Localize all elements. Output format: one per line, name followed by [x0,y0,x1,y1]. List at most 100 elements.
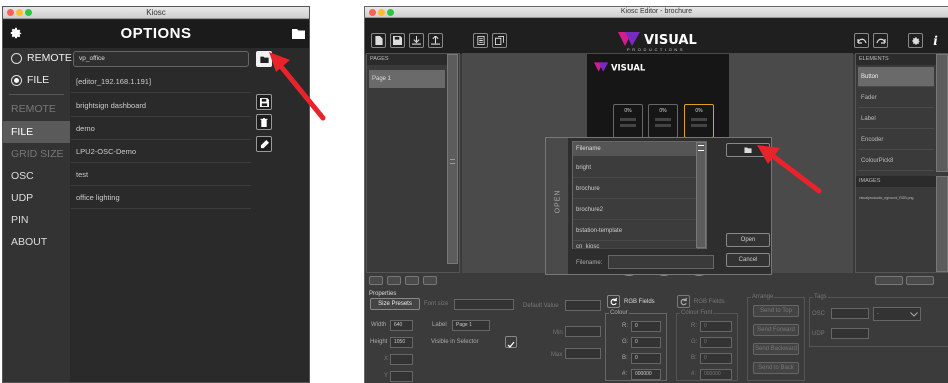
redo-button[interactable] [873,33,888,48]
new-file-button[interactable] [371,33,386,48]
document-button[interactable] [473,33,488,48]
send-backward-button[interactable]: Send Backward [753,343,799,355]
pages-header: PAGES [367,54,447,65]
file-list-item[interactable]: brightsign dashboard [71,95,251,117]
y-input[interactable] [390,371,413,382]
refresh-font-colour-button[interactable] [677,295,690,308]
font-g-input[interactable]: 0 [700,337,732,348]
open-file-list-item[interactable]: brochure2 [573,200,697,220]
page-up-button[interactable] [405,276,419,285]
max-input[interactable] [565,348,601,359]
visible-in-selector-checkbox[interactable] [505,336,517,348]
elements-scrollbar[interactable] [936,54,948,172]
preview-fader[interactable]: 0% [648,104,678,138]
element-list-item[interactable]: ColourPick8 [858,151,934,171]
nav-item-pin[interactable]: PIN [3,209,70,231]
folder-icon[interactable] [292,28,305,39]
open-file-list-item[interactable]: cn_kiosc [573,242,697,249]
filename-input[interactable] [608,255,714,269]
colour-b-input[interactable]: 0 [631,353,661,364]
file-list-item[interactable]: demo [71,118,251,140]
cancel-button[interactable]: Cancel [726,253,770,267]
tag-select[interactable]: - [873,307,921,321]
font-g-label: G: [691,339,698,345]
save-file-button[interactable] [390,33,405,48]
preview-fader[interactable]: 0% [613,104,643,138]
font-b-input[interactable]: 0 [700,353,732,364]
height-input[interactable]: 1050 [390,337,413,348]
default-value-input[interactable] [565,300,601,311]
colour-r-input[interactable]: 0 [631,321,661,332]
font-r-label: R: [691,323,697,329]
folder-icon [259,56,269,63]
open-file-dialog: OPEN Filename bright brochure brochure2 … [545,137,772,275]
pages-panel: PAGES Page 1 [366,53,460,273]
undo-button[interactable] [854,33,869,48]
min-input[interactable] [565,326,601,337]
label-input[interactable]: Page 1 [452,320,490,331]
element-list-item[interactable]: Encoder [858,130,934,150]
download-button[interactable] [409,33,424,48]
refresh-colour-button[interactable] [607,295,620,308]
font-hex-input[interactable]: 000000 [700,369,732,380]
preview-fader-selected[interactable]: 0% [684,104,714,138]
colour-g-input[interactable]: 0 [631,337,661,348]
open-list-scrollbar[interactable] [696,142,706,248]
element-list-item[interactable]: Label [858,109,934,129]
list-menu-icon[interactable] [698,145,704,151]
open-file-list-item[interactable]: brochure [573,179,697,199]
page-list-item[interactable]: Page 1 [369,70,445,88]
remote-radio[interactable] [11,52,22,64]
upload-button[interactable] [428,33,443,48]
file-radio[interactable] [11,74,22,86]
new-file-icon [374,36,383,45]
nav-item-osc[interactable]: OSC [3,165,70,187]
file-radio-option[interactable]: FILE [11,74,49,86]
nav-item-grid-size[interactable]: GRID SIZE [3,143,70,165]
nav-item-remote[interactable]: REMOTE [3,98,70,120]
open-folder-button[interactable] [256,51,272,67]
page-down-button[interactable] [423,276,437,285]
remove-page-button[interactable] [387,276,401,285]
send-to-back-button[interactable]: Send to Back [753,362,799,374]
delete-button[interactable] [256,114,272,130]
nav-item-udp[interactable]: UDP [3,187,70,209]
file-list-item[interactable]: test [71,164,251,186]
font-size-input[interactable] [454,299,514,310]
element-list-item[interactable]: Button [858,67,934,87]
open-button[interactable]: Open [726,233,770,247]
add-image-button[interactable] [875,276,903,285]
properties-header: Properties [369,291,397,297]
width-label: Width [371,322,387,328]
send-forward-button[interactable]: Send Forward [753,324,799,336]
font-r-input[interactable]: 0 [700,321,732,332]
x-input[interactable] [390,354,413,365]
images-scrollbar[interactable] [936,176,948,272]
element-list-item[interactable]: Fader [858,88,934,108]
open-file-list-item[interactable]: bstation-template [573,221,697,241]
width-input[interactable]: 640 [390,320,413,331]
info-button[interactable]: i [928,33,943,48]
add-page-button[interactable] [369,276,383,285]
settings-button[interactable] [908,33,923,48]
browse-folder-button[interactable] [726,143,770,157]
size-presets-button[interactable]: Size Presets [370,298,420,310]
open-file-list-item[interactable]: bright [573,158,697,178]
file-search-input[interactable]: vp_office [73,51,249,67]
osc-tag-input[interactable] [831,308,869,319]
udp-tag-input[interactable] [831,328,869,339]
edit-button[interactable] [256,136,272,152]
nav-item-file[interactable]: FILE [3,121,70,143]
copy-button[interactable] [492,33,507,48]
file-list-item[interactable]: LPU2-OSC-Demo [71,141,251,163]
file-list-item[interactable]: [editor_192.168.1.191] [71,71,251,93]
save-button[interactable] [256,94,272,110]
remove-image-button[interactable] [906,276,934,285]
remote-radio-option[interactable]: REMOTE [11,52,72,64]
nav-item-about[interactable]: ABOUT [3,231,70,253]
send-to-top-button[interactable]: Send to Top [753,305,799,317]
colour-hex-input[interactable]: 000000 [631,369,661,380]
file-list-item[interactable]: office lighting [71,187,251,209]
image-list-item[interactable]: visualproductio_nground_RGB.png [859,196,913,200]
hex-label: #: [622,371,628,377]
